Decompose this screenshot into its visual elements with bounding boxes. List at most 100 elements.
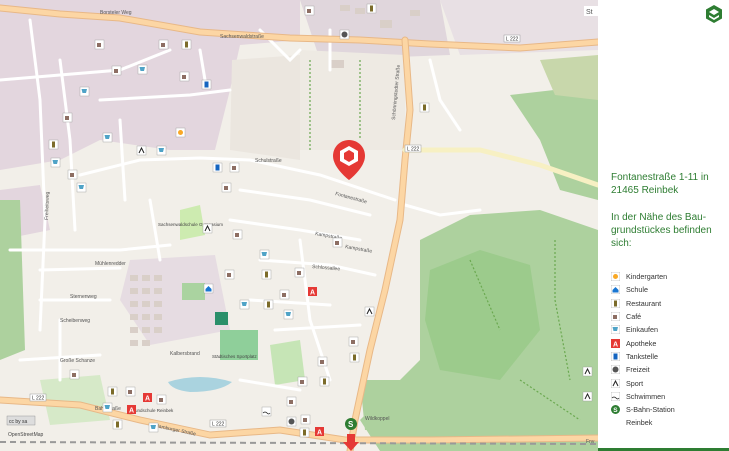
map-canvas[interactable]: Sachsenwaldstraße Borsteler Weg Schulstr… (0, 0, 598, 451)
restaurant-icon (261, 269, 272, 280)
cafe-icon (297, 376, 308, 387)
road-label: Große Schanze (60, 358, 95, 364)
school-icon (203, 283, 214, 294)
restaurant-icon (181, 39, 192, 50)
farmland (300, 50, 405, 150)
cafe-icon (611, 312, 620, 322)
address-line-2: 21465 Reinbek (611, 185, 679, 196)
legend-item-s-bahn: S S-Bahn-Station (611, 403, 729, 416)
cafe-icon (232, 229, 243, 240)
cafe-icon (94, 39, 105, 50)
sport-icon (364, 306, 375, 317)
legend-item-school: Schule (611, 283, 729, 296)
cafe-icon (62, 112, 73, 123)
legend-label: Tankstelle (626, 351, 658, 361)
legend-item-shopping: Einkaufen (611, 323, 729, 336)
road-badge: L 222 (32, 396, 45, 402)
address-block: Fontanestraße 1-11 in 21465 Reinbek (611, 171, 729, 197)
legend-item-leisure: Freizeit (611, 363, 729, 376)
legend-item-cafe: Café (611, 310, 729, 323)
swimming-icon (611, 391, 620, 401)
road-label: Freiheitsweg (44, 191, 51, 220)
farmland (230, 55, 300, 160)
cafe-icon (304, 5, 315, 16)
road-label: Wildkoppel (365, 416, 389, 422)
shopping-cart-icon (76, 182, 87, 193)
map-corner-label: St (584, 6, 598, 16)
cafe-icon (224, 269, 235, 280)
attribution-text: OpenStreetMap (8, 432, 44, 438)
legend-item-kindergarten: Kindergarten (611, 270, 729, 283)
leisure-icon (286, 416, 297, 427)
place-label: Grundschule Reinbek (130, 408, 174, 413)
map-page: Sachsenwaldstraße Borsteler Weg Schulstr… (0, 0, 729, 451)
leisure-icon (611, 365, 620, 375)
legend-label: Einkaufen (626, 325, 658, 335)
fuel-station-icon (212, 162, 223, 173)
logo-icon (706, 5, 722, 23)
sport-icon (582, 366, 593, 377)
intro-line-3: sich: (611, 238, 632, 249)
forest (360, 380, 405, 430)
license-badge: cc by sa (9, 419, 28, 425)
cafe-icon (229, 162, 240, 173)
sport-field (182, 283, 205, 300)
restaurant-icon (112, 419, 123, 430)
road-label: Sachsenwaldstraße (220, 34, 264, 40)
legend-item-swimming: Schwimmen (611, 390, 729, 403)
intro-line-1: In der Nähe des Bau- (611, 212, 707, 223)
legend-item-restaurant: Restaurant (611, 297, 729, 310)
legend-item-sport: Sport (611, 376, 729, 389)
fuel-station-icon (611, 351, 620, 361)
svg-text:S: S (348, 420, 354, 429)
legend-label: Sport (626, 378, 644, 388)
restaurant-icon (48, 139, 59, 150)
restaurant-icon (299, 427, 310, 438)
restaurant-icon (419, 102, 430, 113)
legend-label: Schwimmen (626, 391, 666, 401)
shopping-cart-icon (148, 422, 159, 433)
s-bahn-icon: S (345, 418, 357, 430)
pharmacy-icon: A (315, 427, 324, 437)
legend-label: Restaurant (626, 298, 662, 308)
pharmacy-icon: A (308, 287, 317, 297)
cafe-icon (294, 267, 305, 278)
road-badge: L 222 (212, 422, 225, 428)
road-label: Schulstraße (255, 158, 282, 164)
road-label: Kalbersbrand (170, 351, 200, 357)
road-label: Sternenweg (70, 294, 97, 300)
road-badge: L 222 (407, 147, 420, 153)
sidebar: Fontanestraße 1-11 in 21465 Reinbek In d… (598, 0, 729, 451)
pharmacy-icon: A (143, 393, 152, 403)
kindergarten-icon (611, 272, 620, 282)
shopping-cart-icon (259, 249, 270, 260)
cafe-icon (111, 65, 122, 76)
svg-text:A: A (129, 408, 134, 415)
shopping-cart-icon (137, 64, 148, 75)
road-label: Scheibenweg (60, 318, 90, 324)
sport-icon (202, 223, 213, 234)
pitch (215, 312, 228, 325)
intro-line-2: grundstückes befinden (611, 225, 712, 236)
shopping-cart-icon (283, 309, 294, 320)
shopping-cart-icon (156, 145, 167, 156)
cafe-icon (221, 182, 232, 193)
svg-text:A: A (613, 341, 618, 348)
pharmacy-icon: A (611, 338, 620, 348)
road-label: Mühlenredder (95, 261, 126, 267)
leisure-icon (339, 29, 350, 40)
place-label: Städtisches Sportplatz (212, 354, 258, 359)
s-bahn-icon: S (611, 405, 620, 415)
school-icon (611, 285, 620, 295)
road-badge: L 222 (506, 37, 519, 43)
cafe-icon (279, 289, 290, 300)
cafe-icon (156, 394, 167, 405)
restaurant-icon (263, 299, 274, 310)
place-label: Sachsenwaldschule Gymnasium (158, 222, 223, 227)
pharmacy-icon: A (127, 405, 136, 415)
cafe-icon (286, 396, 297, 407)
intro-text: In der Nähe des Bau- grundstückes befind… (611, 211, 729, 250)
legend-item-fuel: Tankstelle (611, 350, 729, 363)
legend-label: Freizeit (626, 365, 650, 375)
legend-label: Schule (626, 285, 648, 295)
